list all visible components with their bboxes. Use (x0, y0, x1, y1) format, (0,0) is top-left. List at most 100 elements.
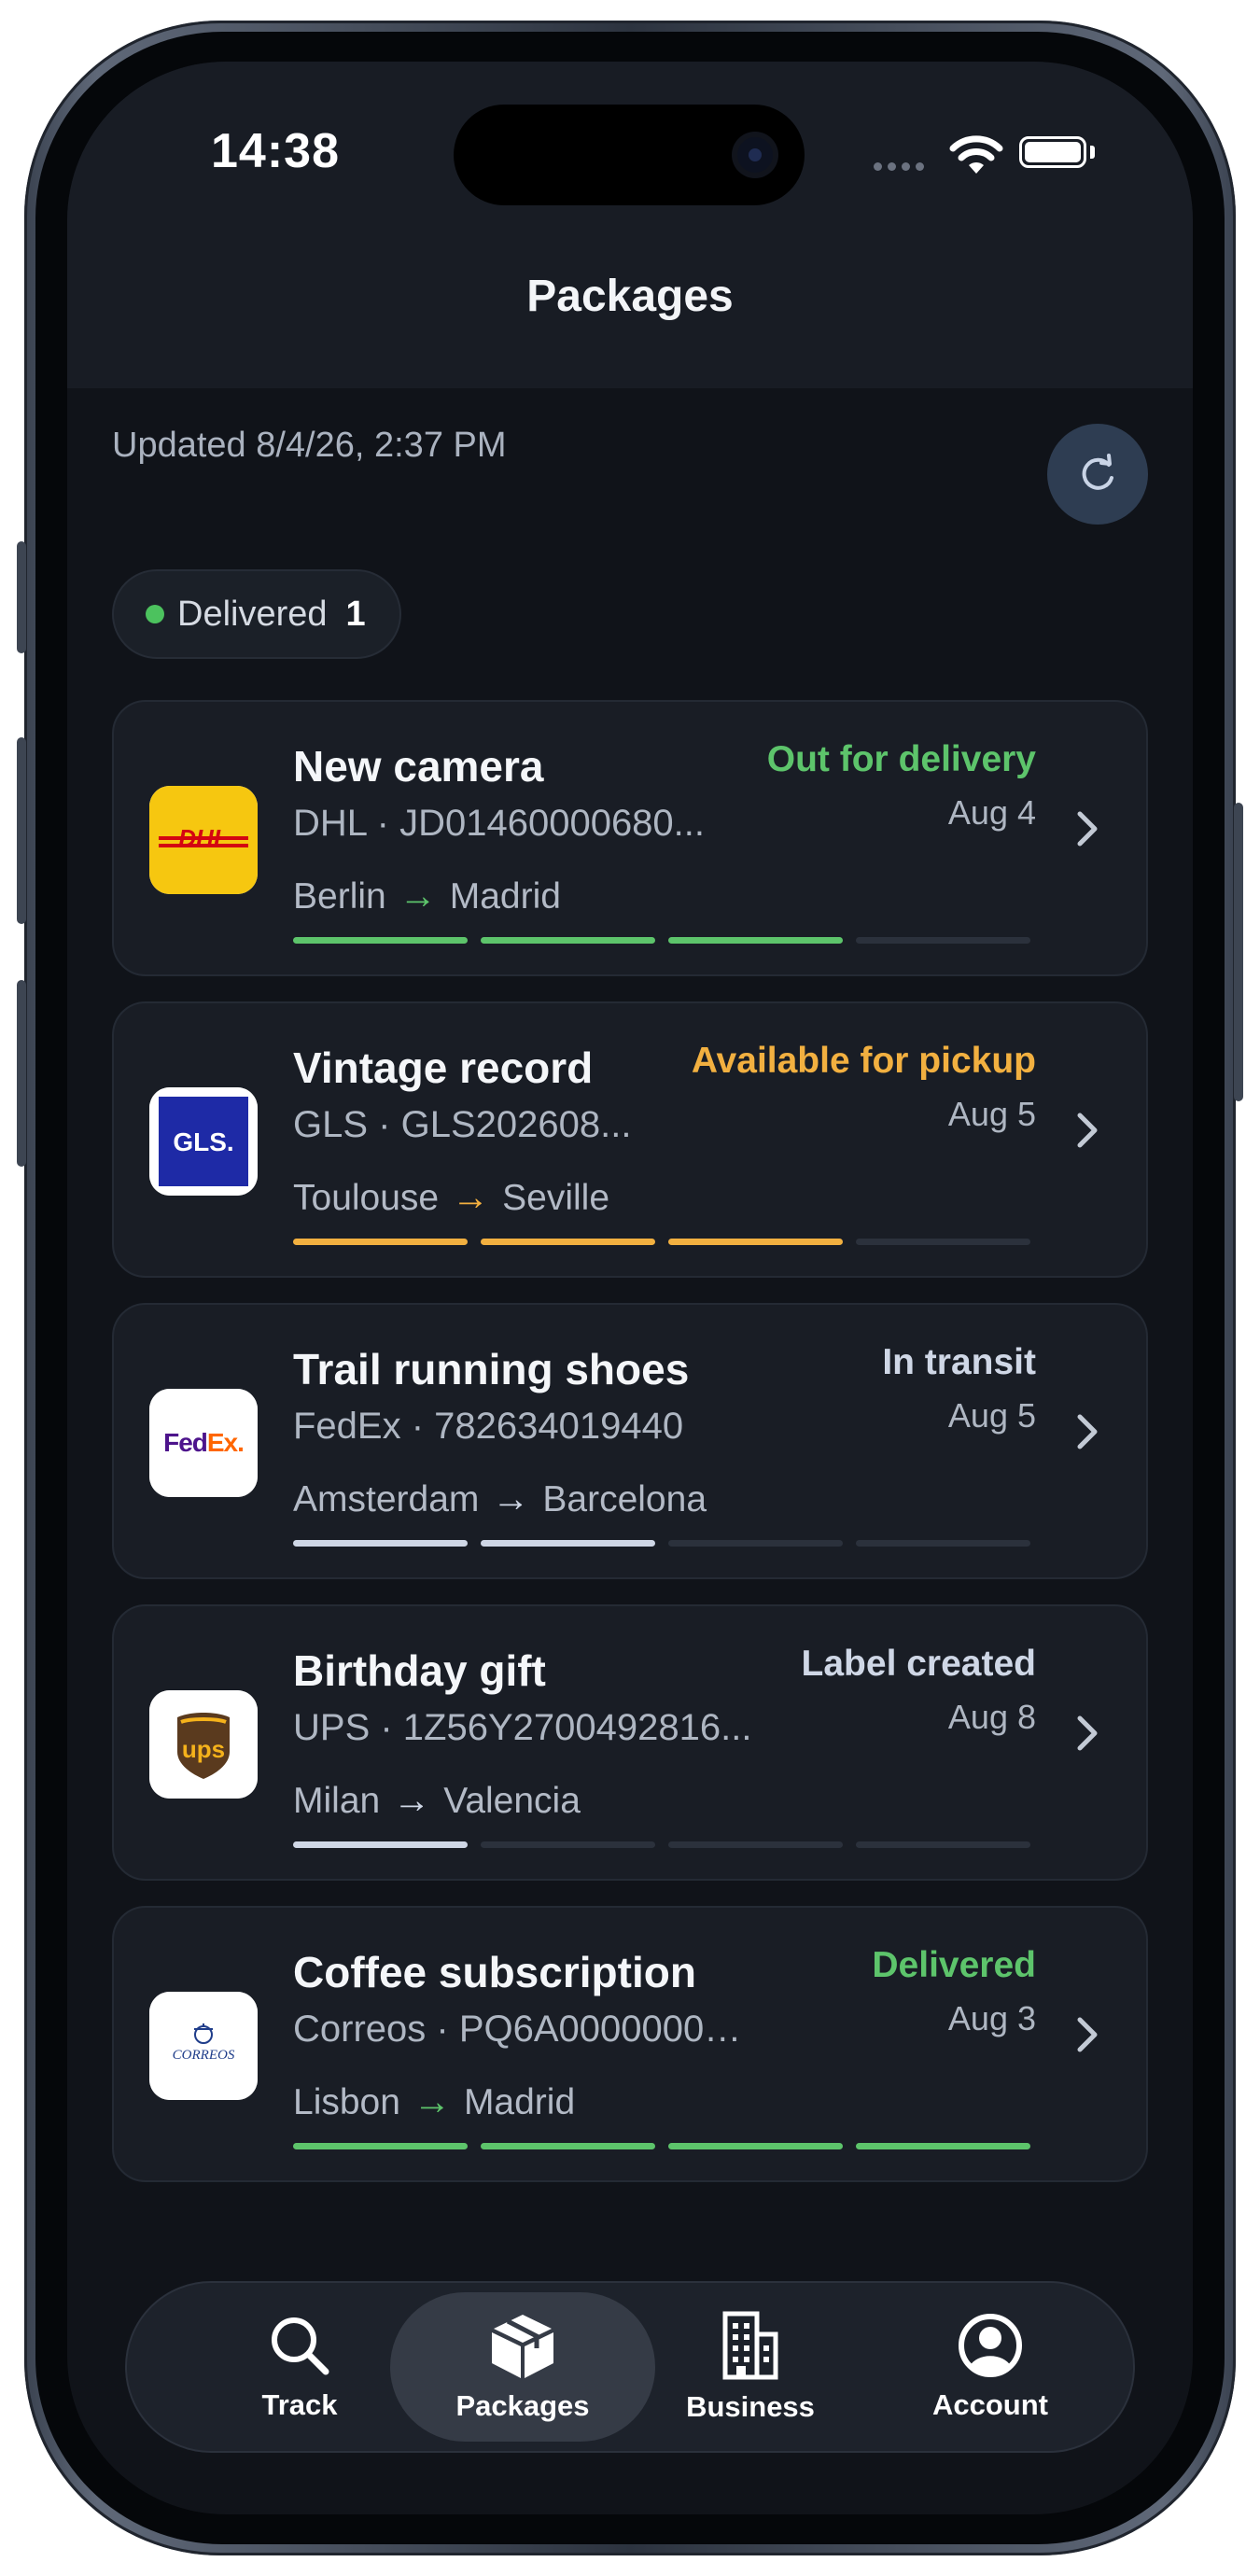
tab-bar: Track Packages Business Account (125, 2281, 1135, 2453)
building-icon (722, 2311, 778, 2380)
tab-track[interactable]: Track (192, 2283, 407, 2451)
progress-segment (481, 937, 655, 944)
wifi-icon (949, 135, 1003, 174)
search-icon (272, 2317, 329, 2375)
progress-segment (856, 1540, 1030, 1547)
delivered-filter-chip[interactable]: Delivered 1 (112, 569, 401, 659)
progress-segment (293, 1239, 468, 1245)
package-title: Trail running shoes (293, 1345, 690, 1393)
battery-tip (1090, 146, 1095, 159)
route-origin: Lisbon (293, 2081, 400, 2122)
package-card[interactable]: CORREOS Coffee subscription Correos · PQ6A… (112, 1906, 1148, 2182)
action-button (17, 541, 26, 653)
status-dot (146, 605, 164, 623)
package-card[interactable]: FedEx. Trail running shoes FedEx · 7826340… (112, 1303, 1148, 1579)
dynamic-island (454, 105, 805, 205)
carrier-tracking-number: Correos · PQ6A000000000001 (293, 2009, 760, 2050)
route-origin: Berlin (293, 875, 386, 917)
carrier-tracking-number: GLS · GLS202608... (293, 1104, 632, 1145)
progress-segment (856, 1841, 1030, 1848)
package-card[interactable]: DHL New camera DHL · JD01460000680... Out f… (112, 700, 1148, 976)
chip-label: Delivered (177, 594, 328, 634)
tab-account[interactable]: Account (883, 2283, 1098, 2451)
volume-up-button (17, 737, 26, 924)
tab-account-label: Account (932, 2388, 1048, 2421)
svg-text:DHL: DHL (178, 824, 228, 852)
package-route: Berlin → Madrid (293, 875, 561, 917)
progress-segment (856, 2143, 1030, 2149)
package-progress (293, 1540, 1030, 1547)
route-arrow-icon: → (413, 2081, 451, 2122)
progress-segment (481, 1239, 655, 1245)
progress-segment (668, 2143, 843, 2149)
svg-text:FedEx.: FedEx. (163, 1428, 244, 1457)
route-destination: Valencia (443, 1780, 581, 1821)
route-arrow-icon: → (452, 1177, 490, 1218)
package-card[interactable]: ups Birthday gift UPS · 1Z56Y2700492816...… (112, 1604, 1148, 1881)
carrier-tracking-number: FedEx · 782634019440 (293, 1406, 684, 1447)
dhl-logo: DHL (149, 786, 258, 894)
svg-text:GLS.: GLS. (173, 1127, 233, 1156)
package-route: Lisbon → Madrid (293, 2081, 575, 2123)
volume-down-button (17, 980, 26, 1167)
route-origin: Amsterdam (293, 1478, 480, 1519)
svg-text:CORREOS: CORREOS (173, 2048, 235, 2063)
package-date: Aug 5 (947, 1095, 1036, 1133)
package-card[interactable]: GLS. Vintage record GLS · GLS202608... Avai… (112, 1001, 1148, 1278)
route-destination: Madrid (463, 2081, 576, 2122)
package-progress (293, 937, 1030, 944)
progress-segment (293, 1841, 468, 1848)
route-arrow-icon: → (393, 1780, 431, 1821)
cellular-signal-icon (874, 162, 924, 171)
refresh-icon (1082, 454, 1113, 490)
package-date: Aug 4 (947, 793, 1036, 832)
chevron-right-icon (1077, 2017, 1098, 2052)
package-status: In transit (882, 1342, 1036, 1382)
progress-segment (668, 1239, 843, 1245)
ups-logo: ups (149, 1690, 258, 1799)
package-progress (293, 2143, 1030, 2149)
page-title: Packages (526, 272, 734, 321)
route-destination: Seville (502, 1177, 610, 1218)
progress-segment (668, 1540, 843, 1547)
progress-segment (856, 937, 1030, 944)
tab-packages-label: Packages (455, 2389, 590, 2422)
route-origin: Toulouse (293, 1177, 440, 1218)
power-button (1234, 803, 1243, 1101)
route-destination: Barcelona (542, 1478, 707, 1519)
package-title: New camera (293, 742, 544, 791)
chevron-right-icon (1077, 1113, 1098, 1148)
tab-packages[interactable]: Packages (390, 2292, 655, 2442)
progress-segment (856, 1239, 1030, 1245)
chevron-right-icon (1077, 1715, 1098, 1751)
battery-icon (1019, 136, 1086, 168)
carrier-tracking-number: DHL · JD01460000680... (293, 803, 706, 844)
route-origin: Milan (293, 1780, 381, 1821)
refresh-button[interactable] (1047, 424, 1148, 525)
fedex-logo: FedEx. (149, 1389, 258, 1497)
progress-segment (293, 2143, 468, 2149)
status-time: 14:38 (211, 124, 340, 178)
progress-segment (668, 937, 843, 944)
progress-segment (668, 1841, 843, 1848)
tab-business[interactable]: Business (638, 2283, 862, 2451)
progress-segment (481, 1841, 655, 1848)
last-updated-text: Updated 8/4/26, 2:37 PM (112, 426, 507, 465)
package-status: Available for pickup (691, 1041, 1036, 1081)
correos-logo: CORREOS (149, 1992, 258, 2100)
gls-logo: GLS. (149, 1087, 258, 1196)
package-status: Out for delivery (766, 739, 1036, 779)
route-destination: Madrid (449, 875, 561, 917)
chevron-right-icon (1077, 811, 1098, 847)
route-arrow-icon: → (492, 1478, 530, 1519)
package-title: Vintage record (293, 1043, 594, 1092)
chip-count: 1 (345, 594, 366, 634)
package-route: Amsterdam → Barcelona (293, 1478, 707, 1520)
tab-business-label: Business (686, 2390, 815, 2423)
progress-segment (293, 937, 468, 944)
progress-segment (481, 2143, 655, 2149)
package-title: Birthday gift (293, 1646, 546, 1695)
tab-track-label: Track (261, 2388, 338, 2421)
package-date: Aug 5 (947, 1396, 1036, 1435)
package-route: Milan → Valencia (293, 1780, 581, 1822)
